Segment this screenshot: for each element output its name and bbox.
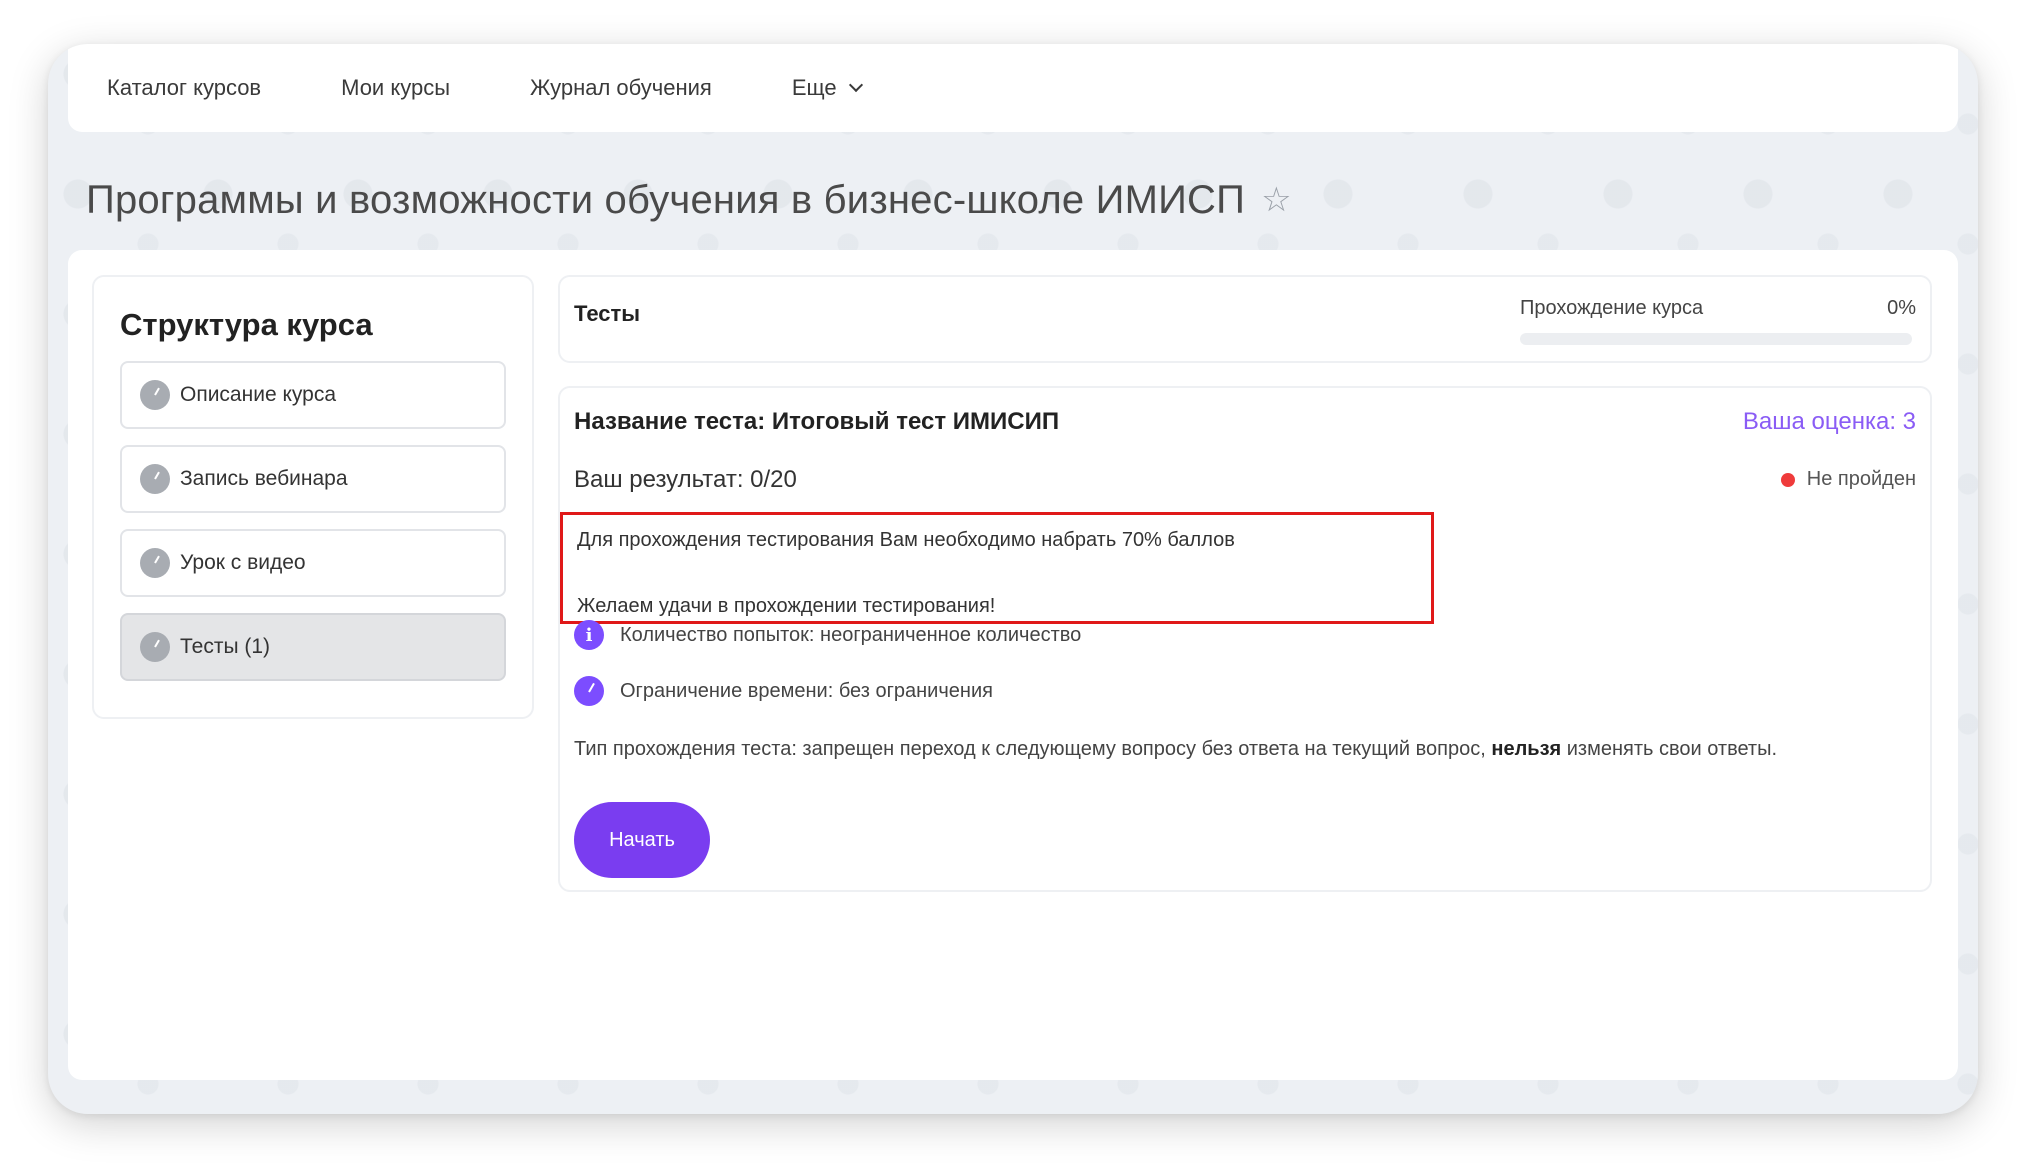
time-limit-text: Ограничение времени: без ограничения [620,679,993,702]
nav-label: Каталог курсов [107,75,262,100]
clock-icon [140,632,170,662]
highlighted-instructions: Для прохождения тестирования Вам необход… [560,512,1434,624]
nav-course-catalog[interactable]: Каталог курсов [107,75,261,101]
nav-my-courses[interactable]: Мои курсы [341,75,450,101]
sidebar-item-course-description[interactable]: Описание курса [120,361,506,429]
sidebar-item-webinar-recording[interactable]: Запись вебинара [120,445,506,513]
star-icon[interactable]: ☆ [1261,180,1291,220]
section-header-card: Тесты Прохождение курса 0% [558,275,1932,363]
progress-percent: 0% [1887,297,1916,319]
attempts-info: i Количество попыток: неограниченное кол… [574,620,1081,650]
grade-link[interactable]: Ваша оценка: 3 [1743,408,1916,436]
status-text: Не пройден [1806,468,1916,490]
top-navigation: Каталог курсов Мои курсы Журнал обучения… [68,44,1958,132]
clock-icon [574,676,604,706]
app-window: Каталог курсов Мои курсы Журнал обучения… [48,44,1978,1114]
sidebar-item-label: Тесты (1) [180,635,271,658]
sidebar-item-tests[interactable]: Тесты (1) [120,613,506,681]
pass-type-suffix: изменять свои ответы. [1561,738,1778,760]
progress-bar [1520,333,1912,345]
page-header: Программы и возможности обучения в бизне… [86,170,1292,230]
sidebar-item-label: Описание курса [180,383,337,406]
pass-type-prefix: Тип прохождения теста: запрещен переход … [574,738,1492,760]
clock-icon [140,464,170,494]
progress-label: Прохождение курса [1520,297,1704,319]
chevron-down-icon [848,77,863,93]
pass-type-bold: нельзя [1491,738,1562,760]
nav-label: Журнал обучения [530,75,712,100]
course-structure-panel: Структура курса Описание курса Запись ве… [92,275,534,719]
sidebar-item-video-lesson[interactable]: Урок с видео [120,529,506,597]
good-luck-text: Желаем удачи в прохождении тестирования! [577,595,996,617]
nav-learning-journal[interactable]: Журнал обучения [530,75,712,101]
test-card: Название теста: Итоговый тест ИМИСИП Ваш… [558,386,1932,892]
sidebar-item-label: Запись вебинара [180,467,348,490]
attempts-text: Количество попыток: неограниченное колич… [620,623,1082,646]
instruction-text: Для прохождения тестирования Вам необход… [577,529,1235,551]
clock-icon [140,380,170,410]
start-button[interactable]: Начать [574,802,710,878]
clock-icon [140,548,170,578]
status-dot-icon [1780,472,1795,487]
nav-label: Мои курсы [341,75,451,100]
page-title: Программы и возможности обучения в бизне… [86,177,1246,222]
nav-label: Еще [791,75,837,100]
sidebar-item-label: Урок с видео [180,551,306,574]
test-name: Название теста: Итоговый тест ИМИСИП [574,408,1060,435]
info-icon: i [574,620,604,650]
pass-type-text: Тип прохождения теста: запрещен переход … [574,738,1777,761]
status-badge: Не пройден [1780,468,1916,491]
sidebar-title: Структура курса [120,307,373,342]
section-title: Тесты [574,301,641,326]
test-result: Ваш результат: 0/20 [574,466,797,493]
time-limit-info: Ограничение времени: без ограничения [574,676,993,706]
nav-more-dropdown[interactable]: Еще [791,75,863,101]
main-content: Структура курса Описание курса Запись ве… [68,250,1958,1080]
